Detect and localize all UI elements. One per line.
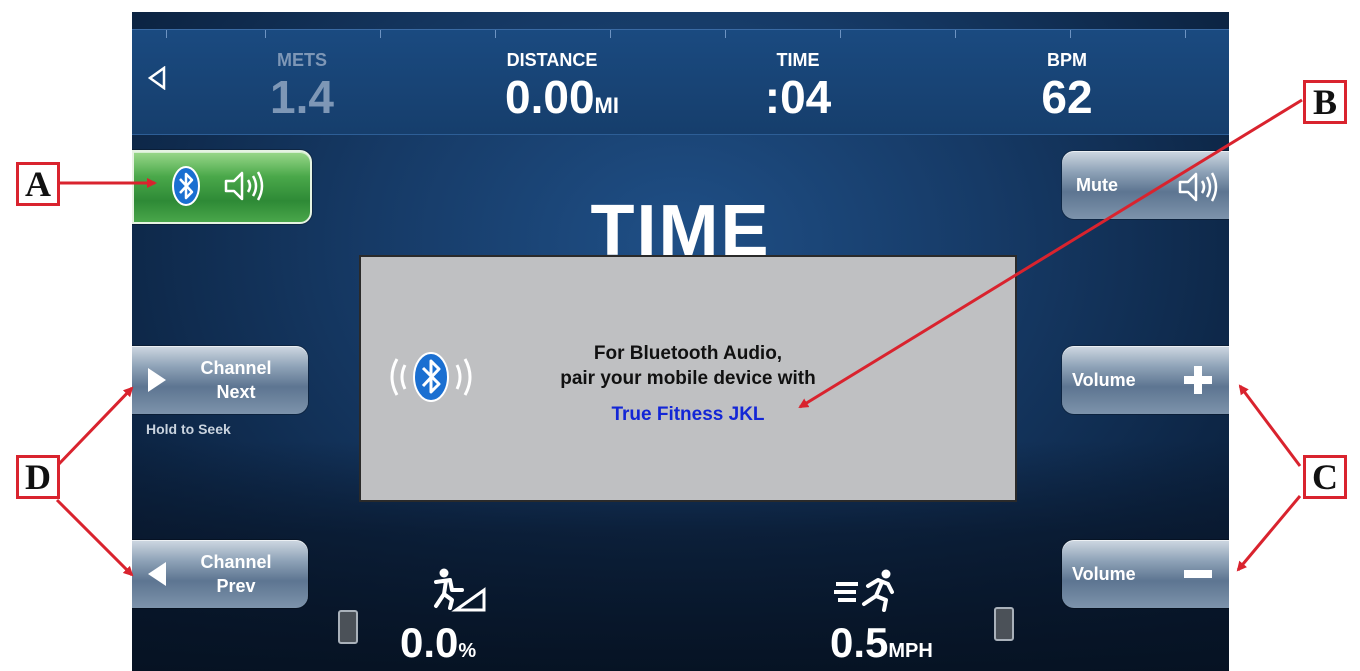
arrow-b (798, 98, 1303, 409)
callout-c: C (1303, 455, 1347, 499)
callout-b: B (1303, 80, 1347, 124)
callout-d: D (16, 455, 60, 499)
arrow-c-down (1236, 495, 1302, 572)
arrow-d-up (55, 386, 134, 468)
callout-a: A (16, 162, 60, 206)
callout-arrows (55, 98, 1303, 577)
arrow-d-down (55, 498, 134, 577)
arrow-c-up (1238, 384, 1302, 467)
